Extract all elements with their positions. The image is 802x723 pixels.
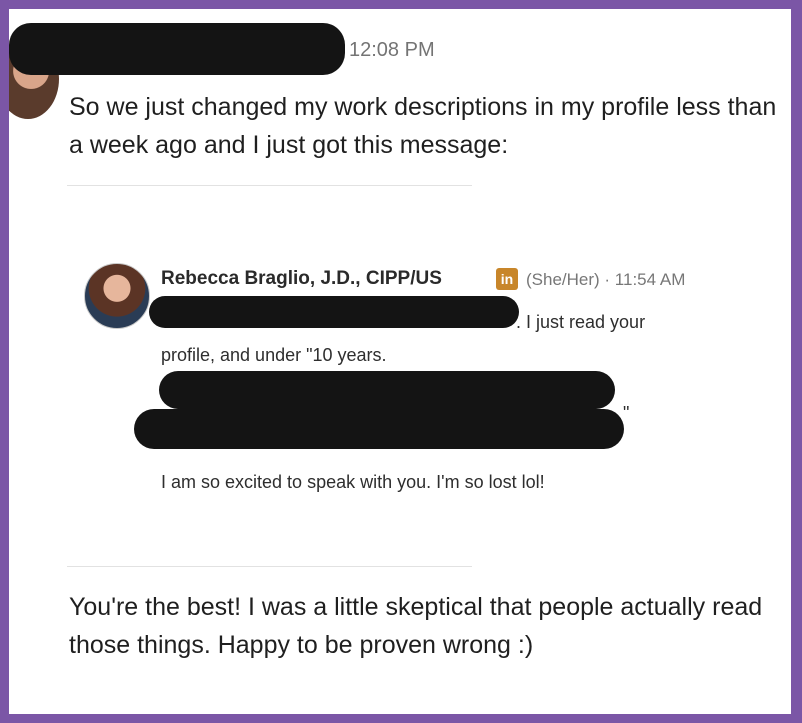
- embed-divider-top: [67, 185, 472, 186]
- embedded-text-line2: profile, and under "10 years.: [161, 345, 387, 365]
- redaction-line-1: [149, 296, 519, 328]
- redaction-line-4: [134, 409, 624, 449]
- message-timestamp: 12:08 PM: [349, 39, 435, 61]
- embedded-text-line1-tail: . I just read your: [516, 312, 646, 332]
- embedded-sender-avatar: [84, 263, 150, 329]
- embedded-text-line5: I am so excited to speak with you. I'm s…: [161, 472, 545, 492]
- embedded-pronouns-time: (She/Her) · 11:54 AM: [526, 270, 686, 289]
- reply-text: You're the best! I was a little skeptica…: [69, 593, 763, 659]
- embedded-sender-name: Rebecca Braglio, J.D., CIPP/US: [161, 268, 442, 289]
- embedded-text-line4-tail: ": [623, 403, 630, 423]
- chat-screenshot: 12:08 PM So we just changed my work desc…: [9, 9, 791, 714]
- message-text: So we just changed my work descriptions …: [69, 93, 777, 159]
- embed-divider-bottom: [67, 566, 472, 567]
- redacted-sender-name: [9, 23, 345, 75]
- linkedin-icon: in: [496, 268, 518, 290]
- redaction-line-3: [159, 371, 615, 409]
